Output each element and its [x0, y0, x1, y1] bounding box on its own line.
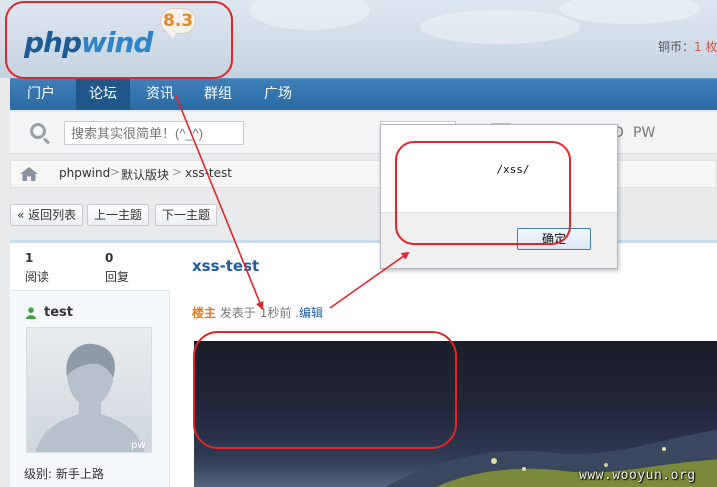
- breadcrumb-separator: >: [172, 165, 183, 179]
- avatar[interactable]: pw: [26, 327, 152, 453]
- online-user-icon: [26, 307, 36, 319]
- prev-topic-button[interactable]: 上一主题: [87, 204, 150, 226]
- nav-item-forum[interactable]: 论坛: [76, 79, 130, 110]
- alert-dialog: /xss/ 确定: [380, 124, 618, 269]
- post-image: [194, 341, 717, 487]
- edit-link[interactable]: 编辑: [299, 306, 323, 320]
- coin-balance: 铜币：1 枚: [658, 38, 717, 55]
- main-nav: 门户 论坛 资讯 群组 广场: [10, 78, 717, 110]
- home-icon[interactable]: [19, 166, 39, 182]
- reply-count: 0: [105, 251, 114, 265]
- nav-item-portal[interactable]: 门户: [18, 79, 64, 110]
- avatar-silhouette: pw: [35, 343, 146, 452]
- breadcrumb-item-current: xss-test: [185, 166, 232, 180]
- watermark: www.wooyun.org: [579, 468, 696, 483]
- toolbar-link-pw[interactable]: PW: [633, 125, 655, 141]
- version-badge: 8.3: [160, 8, 196, 39]
- post-title: xss-test: [192, 257, 260, 275]
- next-topic-button[interactable]: 下一主题: [155, 204, 218, 226]
- breadcrumb-item-phpwind[interactable]: phpwind: [59, 166, 110, 180]
- site-logo[interactable]: phpwind: [24, 26, 153, 59]
- breadcrumb-item-default-board[interactable]: 默认版块: [121, 166, 169, 183]
- author-sidebar: 1 阅读 0 回复 test pw 级别: 新手上路: [10, 243, 170, 487]
- read-label: 阅读: [25, 270, 50, 284]
- back-to-list-button[interactable]: « 返回列表: [10, 204, 84, 226]
- search-input[interactable]: [64, 121, 244, 145]
- alert-message: /xss/: [496, 163, 530, 176]
- nav-item-square[interactable]: 广场: [254, 79, 302, 110]
- owner-label: 楼主: [192, 306, 217, 320]
- post-stats: 1 阅读 0 回复: [10, 243, 170, 291]
- post-content: xss-test 楼主 发表于 1秒前 .编辑: [180, 243, 717, 487]
- nav-item-news[interactable]: 资讯: [136, 79, 184, 110]
- coin-value: 1 枚: [694, 40, 717, 54]
- logo-text-wind: wind: [81, 26, 153, 59]
- user-level: 级别: 新手上路: [24, 467, 104, 481]
- read-count: 1: [25, 251, 34, 265]
- sky-cloud: [250, 0, 370, 30]
- search-icon[interactable]: [30, 123, 46, 139]
- logo-text-php: php: [24, 26, 82, 59]
- post-time: 1秒前: [259, 306, 292, 320]
- sky-cloud: [420, 10, 580, 44]
- reply-label: 回复: [105, 270, 130, 284]
- coin-label: 铜币：: [658, 40, 695, 54]
- post-meta: 楼主 发表于 1秒前 .编辑: [192, 304, 323, 321]
- author-name[interactable]: test: [44, 305, 73, 320]
- avatar-badge: pw: [131, 440, 146, 451]
- sky-cloud: [560, 0, 700, 24]
- ok-button[interactable]: 确定: [517, 228, 591, 250]
- breadcrumb-separator: >: [110, 165, 121, 179]
- posted-label: 发表于: [219, 306, 256, 320]
- nav-item-groups[interactable]: 群组: [194, 79, 242, 110]
- post-container: 1 阅读 0 回复 test pw 级别: 新手上路 xss-test 楼主 发…: [10, 240, 717, 487]
- landscape-photo: [385, 430, 717, 487]
- alert-footer: 确定: [381, 212, 617, 268]
- site-header: phpwind 8.3 铜币：1 枚: [0, 0, 717, 78]
